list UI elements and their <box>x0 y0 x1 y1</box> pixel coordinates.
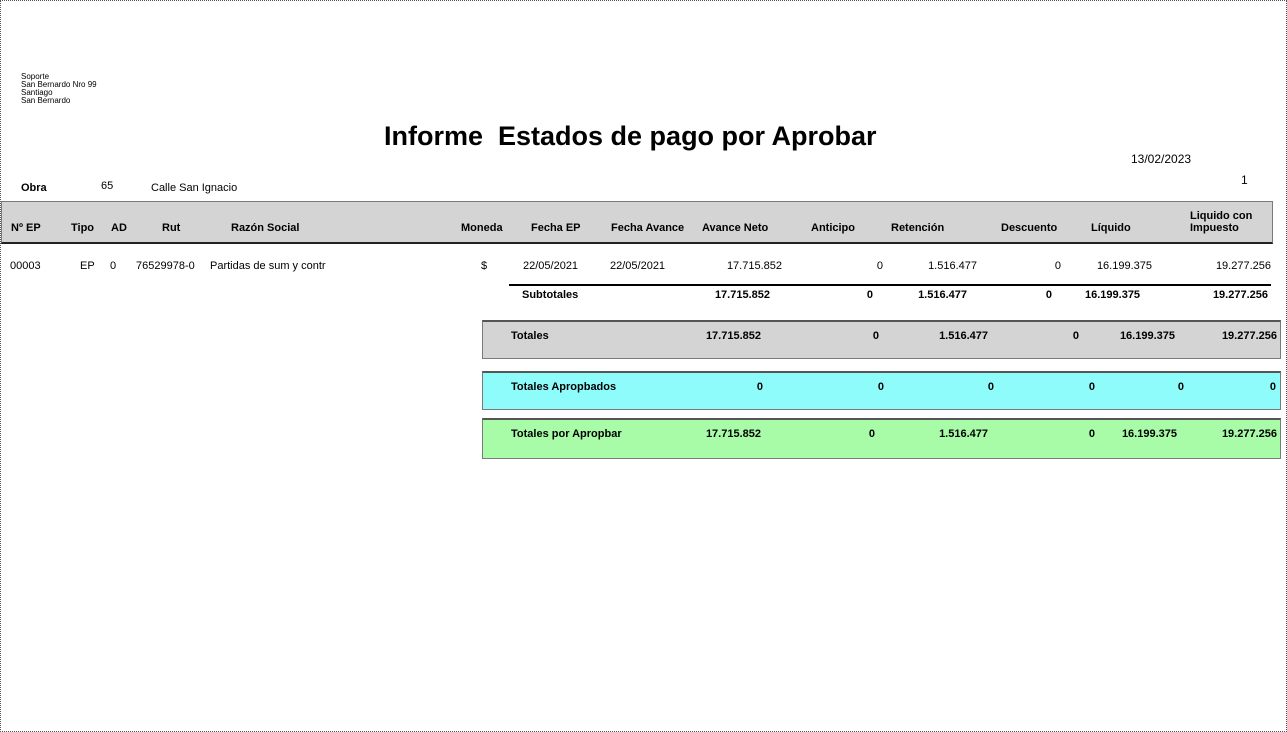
totales-aprobados-retencion: 0 <box>987 381 994 393</box>
totales-anticipo: 0 <box>872 330 879 342</box>
table-header: Nº EP Tipo AD Rut Razón Social Moneda Fe… <box>1 201 1273 244</box>
totales-aprobados-box: Totales Apropbados 0 0 0 0 0 0 <box>482 371 1281 410</box>
totales-label: Totales <box>511 330 549 342</box>
totales-por-aprobar-avance-neto: 17.715.852 <box>705 428 761 440</box>
report-title: Informe Estados de pago por Aprobar <box>384 121 877 151</box>
col-liquido-impuesto: Liquido con Impuesto <box>1190 210 1252 234</box>
totales-aprobados-anticipo: 0 <box>877 381 884 393</box>
company-address: Soporte San Bernardo Nro 99 Santiago San… <box>21 73 97 105</box>
obra-name: Calle San Ignacio <box>151 182 238 194</box>
totales-por-aprobar-liquido-impuesto: 19.277.256 <box>1221 428 1277 440</box>
totales-box: Totales 17.715.852 0 1.516.477 0 16.199.… <box>482 320 1281 359</box>
totales-liquido-impuesto: 19.277.256 <box>1221 330 1277 342</box>
totales-por-aprobar-label: Totales por Apropbar <box>511 428 622 440</box>
cell-rut: 76529978-0 <box>136 260 195 272</box>
subtotales-label: Subtotales <box>522 289 579 301</box>
totales-aprobados-descuento: 0 <box>1088 381 1095 393</box>
totales-por-aprobar-retencion: 1.516.477 <box>939 428 988 440</box>
cell-liquido: 16.199.375 <box>1096 260 1152 272</box>
totales-aprobados-label: Totales Apropbados <box>511 381 617 393</box>
cell-retencion: 1.516.477 <box>928 260 977 272</box>
col-avance-neto: Avance Neto <box>702 222 769 234</box>
subtotales-anticipo: 0 <box>866 289 873 301</box>
totales-por-aprobar-box: Totales por Apropbar 17.715.852 0 1.516.… <box>482 418 1281 459</box>
cell-razon-social: Partidas de sum y contr <box>210 260 326 272</box>
page-number: 1 <box>1241 173 1248 187</box>
col-rut: Rut <box>162 222 181 234</box>
cell-fecha-avance: 22/05/2021 <box>610 260 666 272</box>
subtotales-descuento: 0 <box>1045 289 1052 301</box>
cell-descuento: 0 <box>1054 260 1061 272</box>
col-ad: AD <box>111 222 127 234</box>
col-moneda: Moneda <box>461 222 503 234</box>
cell-fecha-ep: 22/05/2021 <box>523 260 579 272</box>
subtotal-rule <box>509 284 1271 286</box>
col-anticipo: Anticipo <box>811 222 855 234</box>
col-descuento: Descuento <box>1001 222 1058 234</box>
cell-avance-neto: 17.715.852 <box>726 260 782 272</box>
report-date: 13/02/2023 <box>1131 152 1192 166</box>
totales-aprobados-liquido-impuesto: 0 <box>1269 381 1276 393</box>
col-liquido-impuesto-line1: Liquido con <box>1190 210 1253 222</box>
totales-aprobados-avance-neto: 0 <box>756 381 763 393</box>
col-liquido-impuesto-line2: Impuesto <box>1190 222 1239 234</box>
col-tipo: Tipo <box>71 222 95 234</box>
totales-avance-neto: 17.715.852 <box>705 330 761 342</box>
cell-tipo: EP <box>80 260 95 272</box>
cell-anticipo: 0 <box>876 260 883 272</box>
totales-liquido: 16.199.375 <box>1119 330 1175 342</box>
col-razon-social: Razón Social <box>231 222 300 234</box>
obra-number: 65 <box>101 180 114 192</box>
cell-moneda: $ <box>481 260 488 272</box>
col-fecha-ep: Fecha EP <box>531 222 581 234</box>
col-retencion: Retención <box>891 222 945 234</box>
totales-por-aprobar-liquido: 16.199.375 <box>1121 428 1177 440</box>
totales-aprobados-liquido: 0 <box>1177 381 1184 393</box>
obra-label: Obra <box>21 182 47 194</box>
totales-por-aprobar-descuento: 0 <box>1088 428 1095 440</box>
totales-descuento: 0 <box>1072 330 1079 342</box>
subtotales-retencion: 1.516.477 <box>918 289 967 301</box>
col-liquido: Líquido <box>1091 222 1131 234</box>
report-page: Soporte San Bernardo Nro 99 Santiago San… <box>0 0 1287 732</box>
col-nep: Nº EP <box>11 222 41 234</box>
cell-ad: 0 <box>110 260 117 272</box>
company-line: San Bernardo <box>21 96 71 105</box>
cell-liquido-impuesto: 19.277.256 <box>1215 260 1271 272</box>
subtotales-liquido-impuesto: 19.277.256 <box>1212 289 1268 301</box>
totales-por-aprobar-anticipo: 0 <box>868 428 875 440</box>
totales-retencion: 1.516.477 <box>939 330 988 342</box>
col-fecha-avance: Fecha Avance <box>611 222 685 234</box>
subtotales-liquido: 16.199.375 <box>1085 289 1141 301</box>
subtotales-avance-neto: 17.715.852 <box>714 289 770 301</box>
cell-nep: 00003 <box>10 260 41 272</box>
